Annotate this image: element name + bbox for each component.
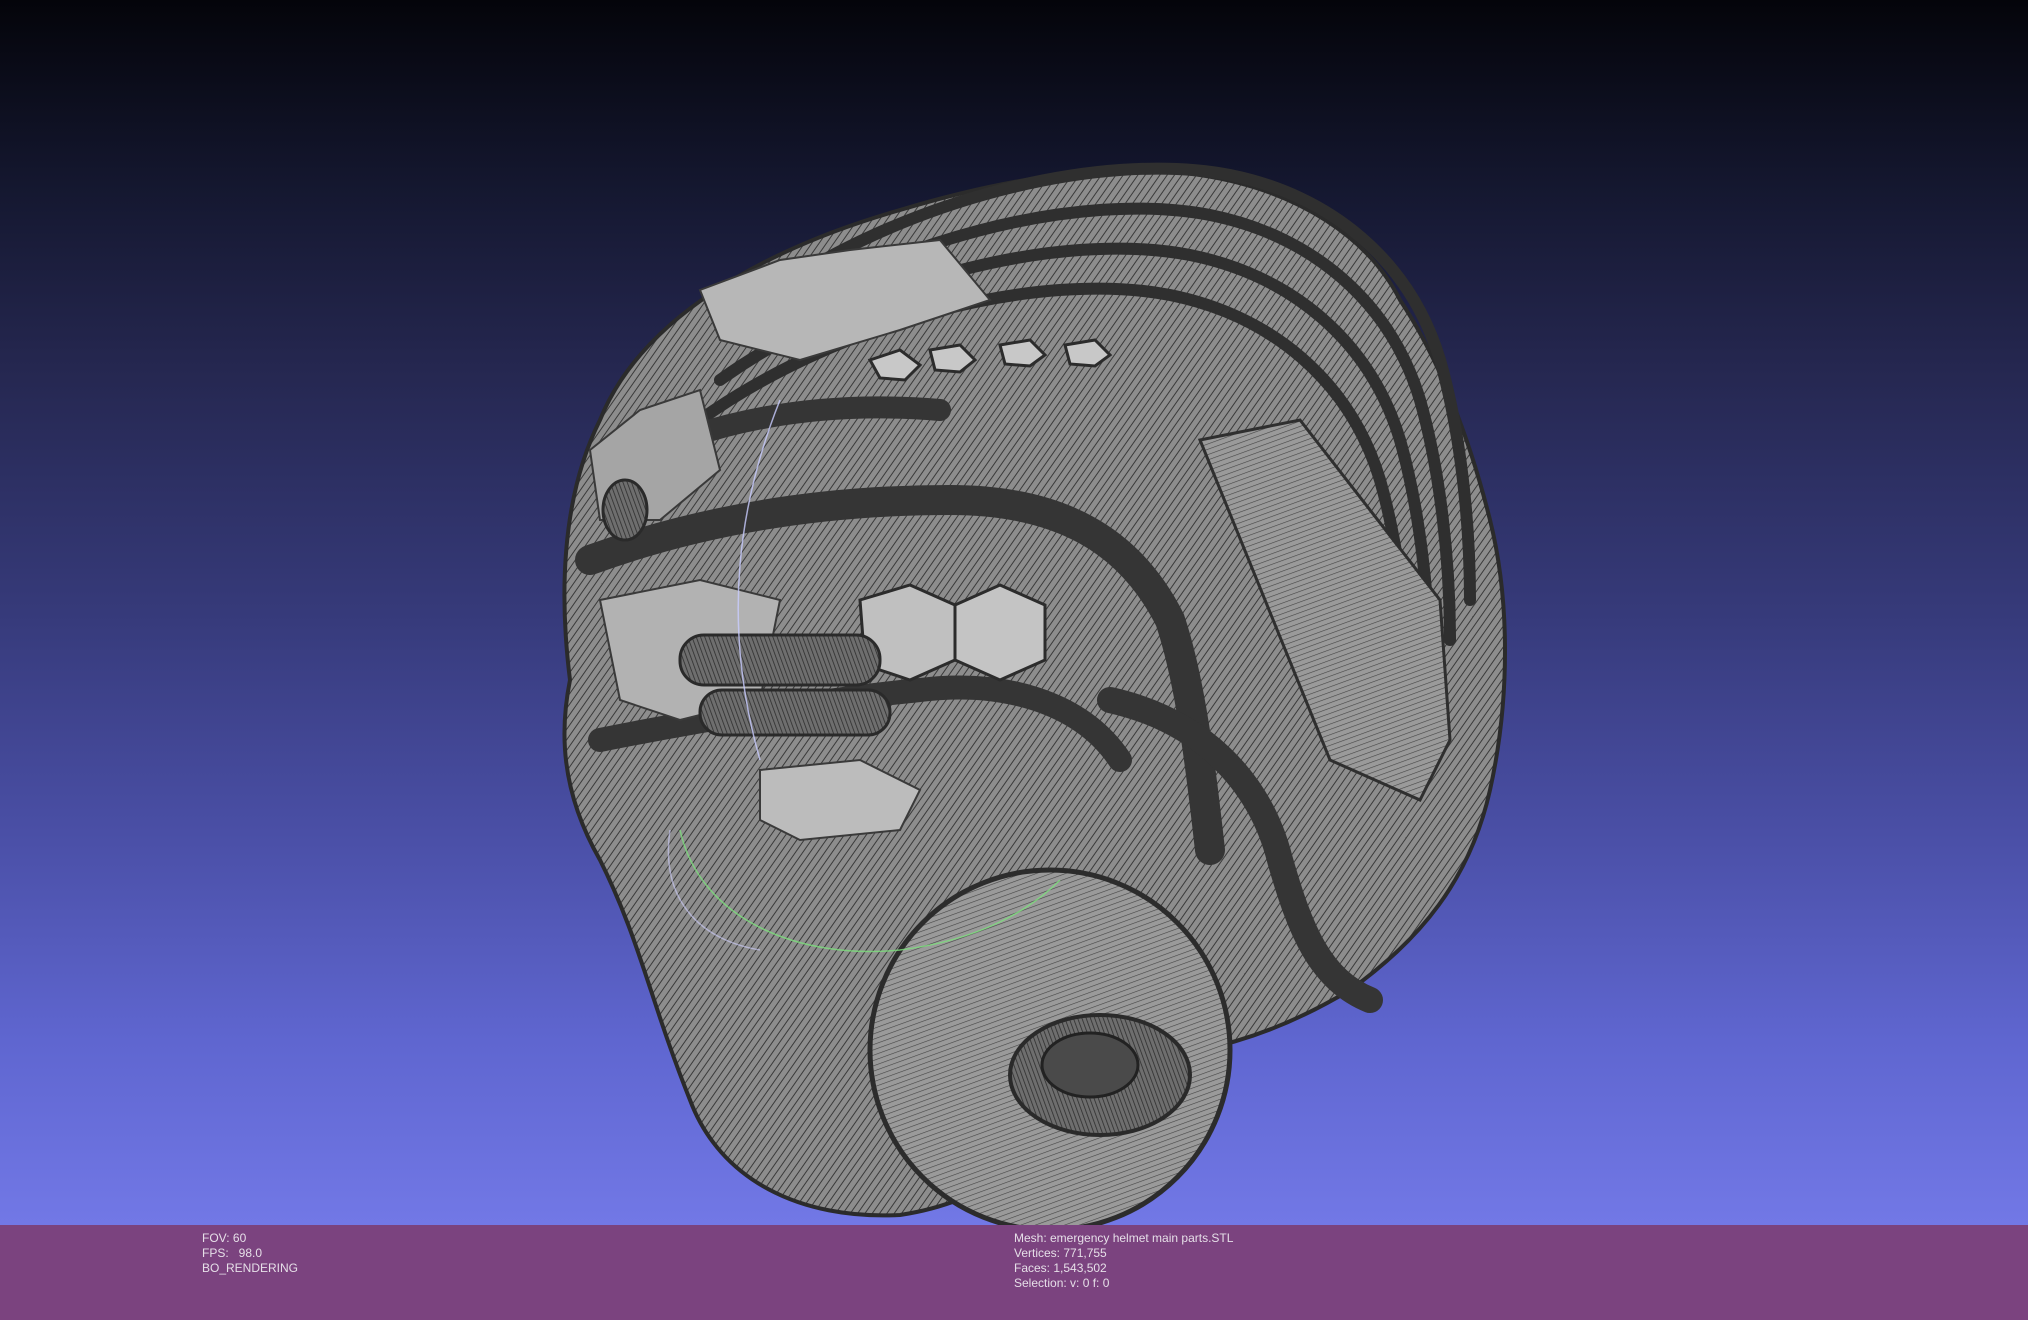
helmet-mesh[interactable] bbox=[0, 0, 2028, 1225]
fov-readout: FOV: 60 bbox=[202, 1231, 247, 1245]
mesh-info: Mesh: emergency helmet main parts.STL Ve… bbox=[1014, 1231, 1233, 1291]
render-mode-readout: BO_RENDERING bbox=[202, 1261, 299, 1275]
render-info: FOV: 60 FPS: 98.0 BO_RENDERING bbox=[202, 1231, 298, 1276]
selection-readout: Selection: v: 0 f: 0 bbox=[1014, 1276, 1110, 1290]
3d-viewport[interactable] bbox=[0, 0, 2028, 1225]
faces-readout: Faces: 1,543,502 bbox=[1014, 1261, 1107, 1275]
neck-disc bbox=[867, 867, 1233, 1225]
fps-readout: FPS: 98.0 bbox=[202, 1246, 263, 1260]
vertices-readout: Vertices: 771,755 bbox=[1014, 1246, 1107, 1260]
mesh-name-readout: Mesh: emergency helmet main parts.STL bbox=[1014, 1231, 1234, 1245]
status-bar: FOV: 60 FPS: 98.0 BO_RENDERING Mesh: eme… bbox=[0, 1225, 2028, 1320]
